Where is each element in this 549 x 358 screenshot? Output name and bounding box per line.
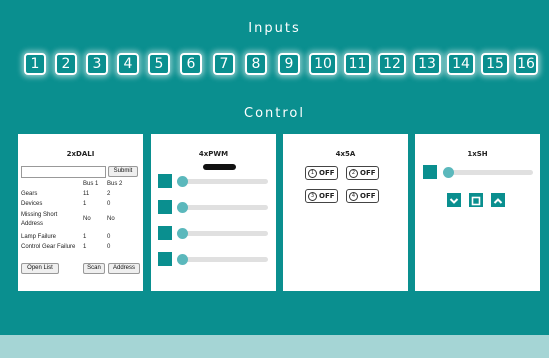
row-label: Devices bbox=[21, 201, 43, 207]
input-button-16[interactable]: 16 bbox=[514, 53, 538, 75]
pwm-card: 4xPWM bbox=[151, 134, 276, 291]
bus2-value: 0 bbox=[107, 234, 111, 240]
shutter-up-button[interactable] bbox=[491, 193, 505, 207]
relay-title: 4x5A bbox=[335, 150, 356, 158]
row-label: Lamp Failure bbox=[21, 234, 57, 240]
input-button-14[interactable]: 14 bbox=[447, 53, 475, 75]
input-button-9[interactable]: 9 bbox=[278, 53, 300, 75]
input-button-13[interactable]: 13 bbox=[413, 53, 441, 75]
pwm-status-indicator bbox=[203, 164, 236, 170]
dali-header-bus1: Bus 1 bbox=[83, 181, 99, 187]
input-button-7[interactable]: 7 bbox=[213, 53, 235, 75]
bus1-value: 1 bbox=[83, 244, 87, 250]
bus1-value: 1 bbox=[83, 201, 87, 207]
relay-button-4[interactable]: 4 OFF bbox=[346, 189, 379, 203]
dali-header-row: Bus 1 Bus 2 bbox=[21, 181, 141, 191]
table-row: Devices 1 0 bbox=[21, 201, 141, 211]
bus2-value: 0 bbox=[107, 244, 111, 250]
row-label: Missing Short Address bbox=[21, 212, 58, 227]
table-row: Missing Short Address No No bbox=[21, 211, 141, 231]
table-row: Control Gear Failure 1 0 bbox=[21, 244, 141, 254]
shutter-slider-track[interactable] bbox=[443, 170, 533, 175]
shutter-slider-thumb[interactable] bbox=[443, 167, 454, 178]
input-button-2[interactable]: 2 bbox=[55, 53, 77, 75]
dali-card: 2xDALI Submit Bus 1 Bus 2 Gears 11 2 Dev… bbox=[18, 134, 143, 291]
pwm-slider-thumb-3[interactable] bbox=[177, 228, 188, 239]
dali-title: 2xDALI bbox=[66, 150, 95, 158]
bus1-value: No bbox=[83, 216, 91, 222]
pwm-color-swatch-4[interactable] bbox=[158, 252, 172, 266]
pwm-color-swatch-2[interactable] bbox=[158, 200, 172, 214]
pwm-slider-track-4[interactable] bbox=[177, 257, 268, 262]
relay-number-2: 2 bbox=[349, 169, 358, 178]
chevron-up-icon bbox=[493, 198, 503, 204]
shutter-color-swatch[interactable] bbox=[423, 165, 437, 179]
input-button-3[interactable]: 3 bbox=[86, 53, 108, 75]
shutter-card: 1xSH bbox=[415, 134, 540, 291]
relay-number-4: 4 bbox=[349, 192, 358, 201]
scan-button[interactable]: Scan bbox=[83, 263, 105, 274]
input-button-15[interactable]: 15 bbox=[481, 53, 509, 75]
bus2-value: 0 bbox=[107, 201, 111, 207]
relay-state-2: OFF bbox=[360, 169, 376, 177]
dali-status-table: Bus 1 Bus 2 Gears 11 2 Devices 1 0 Missi… bbox=[21, 181, 141, 254]
pwm-slider-track-3[interactable] bbox=[177, 231, 268, 236]
input-button-1[interactable]: 1 bbox=[24, 53, 46, 75]
relay-button-1[interactable]: 1 OFF bbox=[305, 166, 338, 180]
table-row: Lamp Failure 1 0 bbox=[21, 234, 141, 244]
pwm-color-swatch-1[interactable] bbox=[158, 174, 172, 188]
dali-header-bus2: Bus 2 bbox=[107, 181, 123, 187]
pwm-slider-thumb-4[interactable] bbox=[177, 254, 188, 265]
input-button-5[interactable]: 5 bbox=[148, 53, 170, 75]
pwm-slider-thumb-1[interactable] bbox=[177, 176, 188, 187]
row-label: Gears bbox=[21, 191, 38, 197]
table-row: Gears 11 2 bbox=[21, 191, 141, 201]
inputs-title: Inputs bbox=[248, 21, 301, 36]
shutter-stop-button[interactable] bbox=[469, 193, 483, 207]
relay-button-3[interactable]: 3 OFF bbox=[305, 189, 338, 203]
pwm-color-swatch-3[interactable] bbox=[158, 226, 172, 240]
relay-button-2[interactable]: 2 OFF bbox=[346, 166, 379, 180]
relay-state-4: OFF bbox=[360, 192, 376, 200]
address-button[interactable]: Address bbox=[108, 263, 140, 274]
shutter-down-button[interactable] bbox=[447, 193, 461, 207]
bus2-value: 2 bbox=[107, 191, 111, 197]
relay-state-1: OFF bbox=[319, 169, 335, 177]
row-label: Control Gear Failure bbox=[21, 244, 76, 250]
footer-bar bbox=[0, 335, 549, 358]
relay-number-1: 1 bbox=[308, 169, 317, 178]
pwm-slider-thumb-2[interactable] bbox=[177, 202, 188, 213]
input-button-4[interactable]: 4 bbox=[117, 53, 139, 75]
chevron-down-icon bbox=[449, 198, 459, 204]
relay-state-3: OFF bbox=[319, 192, 335, 200]
relay-number-3: 3 bbox=[308, 192, 317, 201]
input-button-10[interactable]: 10 bbox=[309, 53, 337, 75]
bus1-value: 1 bbox=[83, 234, 87, 240]
submit-button[interactable]: Submit bbox=[108, 166, 138, 177]
pwm-slider-track-2[interactable] bbox=[177, 205, 268, 210]
input-button-6[interactable]: 6 bbox=[180, 53, 202, 75]
pwm-title: 4xPWM bbox=[198, 150, 229, 158]
input-button-8[interactable]: 8 bbox=[245, 53, 267, 75]
open-list-button[interactable]: Open List bbox=[21, 263, 59, 274]
bus2-value: No bbox=[107, 216, 115, 222]
dali-command-input[interactable] bbox=[21, 166, 106, 178]
pwm-slider-track-1[interactable] bbox=[177, 179, 268, 184]
control-title: Control bbox=[244, 106, 305, 121]
inputs-row: 1 2 3 4 5 6 7 8 9 10 11 12 13 14 15 16 bbox=[24, 53, 538, 75]
input-button-11[interactable]: 11 bbox=[344, 53, 371, 75]
input-button-12[interactable]: 12 bbox=[378, 53, 406, 75]
bus1-value: 11 bbox=[83, 191, 90, 197]
shutter-title: 1xSH bbox=[467, 150, 488, 158]
relay-card: 4x5A 1 OFF 2 OFF 3 OFF 4 OFF bbox=[283, 134, 408, 291]
stop-icon bbox=[471, 196, 481, 206]
